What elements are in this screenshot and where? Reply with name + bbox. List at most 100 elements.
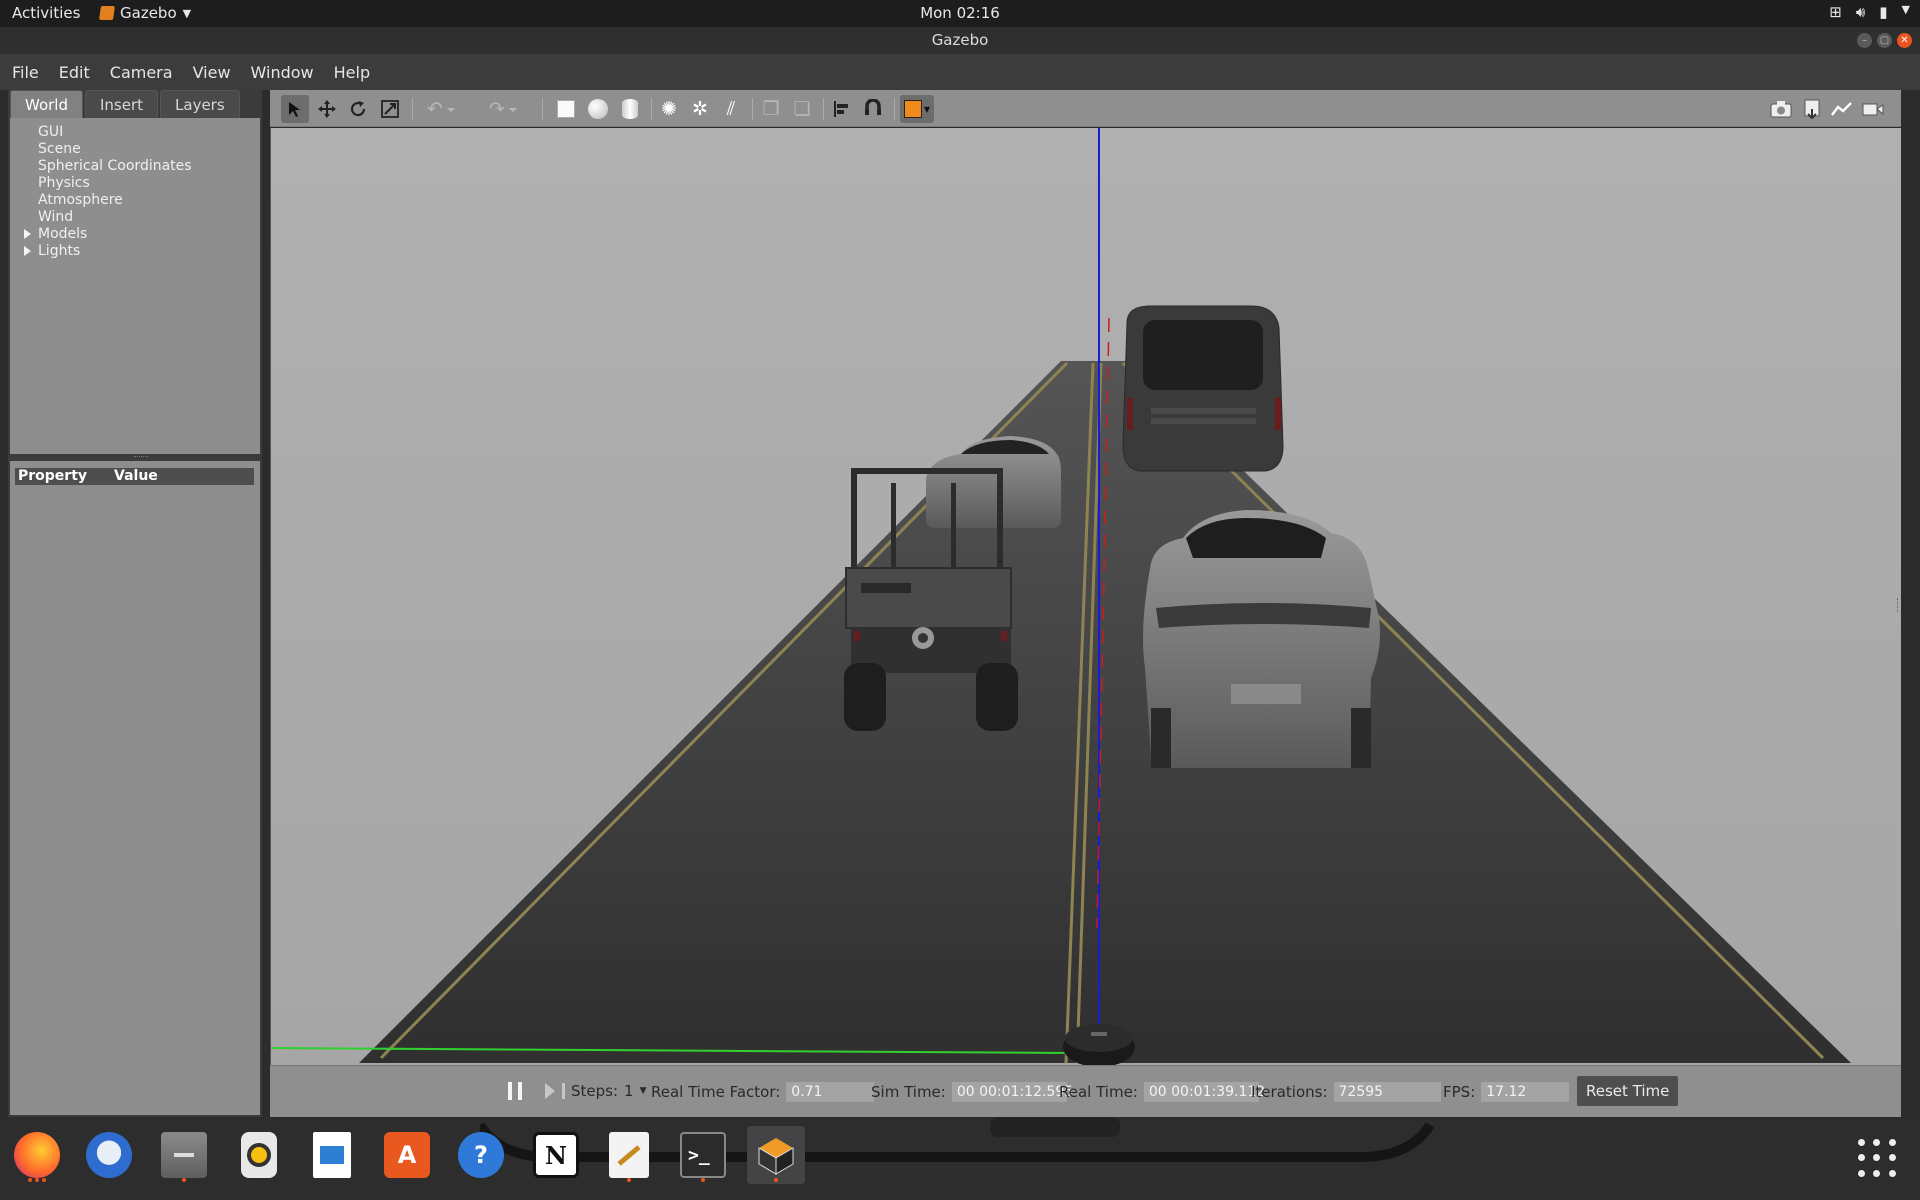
left-panel: World Insert Layers GUI Scene Spherical … bbox=[8, 90, 262, 1117]
robot-model bbox=[1063, 1024, 1135, 1065]
undo-icon[interactable]: ↶ bbox=[421, 95, 455, 123]
notion-icon[interactable]: N bbox=[527, 1126, 585, 1184]
tab-world[interactable]: World bbox=[10, 90, 83, 118]
steps-spinbox[interactable]: 1 bbox=[624, 1082, 634, 1100]
battery-icon: ▮ bbox=[1879, 3, 1888, 21]
menu-help[interactable]: Help bbox=[334, 63, 370, 82]
steps-control: Steps: 1 ▼ bbox=[571, 1082, 647, 1100]
log-icon[interactable] bbox=[1798, 95, 1826, 123]
right-panel-grip[interactable] bbox=[1897, 598, 1899, 612]
tree-item-physics[interactable]: Physics bbox=[10, 175, 260, 192]
redo-icon[interactable]: ↷ bbox=[483, 95, 517, 123]
spot-light-icon[interactable]: ✲ bbox=[686, 95, 714, 123]
files-icon[interactable] bbox=[155, 1126, 213, 1184]
tree-item-atmosphere[interactable]: Atmosphere bbox=[10, 192, 260, 209]
rhythmbox-icon[interactable] bbox=[230, 1126, 288, 1184]
firefox-icon[interactable] bbox=[8, 1126, 66, 1184]
tree-item-label: Models bbox=[38, 226, 88, 242]
iterations: Iterations: 72595 bbox=[1251, 1082, 1441, 1102]
menu-camera[interactable]: Camera bbox=[110, 63, 173, 82]
close-button[interactable]: ✕ bbox=[1897, 33, 1912, 48]
select-mode-icon[interactable] bbox=[281, 95, 309, 123]
writer-icon[interactable] bbox=[303, 1126, 361, 1184]
property-panel: Property Value bbox=[10, 461, 260, 1115]
text-editor-icon[interactable] bbox=[600, 1126, 658, 1184]
cylinder-shape-icon[interactable] bbox=[616, 95, 644, 123]
iterations-value: 72595 bbox=[1333, 1082, 1441, 1102]
activities-button[interactable]: Activities bbox=[12, 4, 80, 22]
expand-arrow-icon[interactable] bbox=[24, 246, 31, 256]
pause-button[interactable] bbox=[508, 1082, 522, 1100]
sedan-model-near bbox=[1143, 510, 1380, 768]
maximize-button[interactable]: ▢ bbox=[1877, 33, 1892, 48]
property-column-header[interactable]: Property bbox=[18, 468, 87, 485]
tree-item-lights[interactable]: Lights bbox=[10, 243, 260, 260]
clock[interactable]: Mon 02:16 bbox=[920, 4, 1000, 22]
snap-magnet-icon[interactable] bbox=[859, 95, 887, 123]
box-shape-icon[interactable] bbox=[552, 95, 580, 123]
sphere-shape-icon[interactable] bbox=[584, 95, 612, 123]
plot-icon[interactable] bbox=[1828, 95, 1856, 123]
panel-splitter[interactable] bbox=[10, 454, 260, 461]
translate-mode-icon[interactable] bbox=[313, 95, 341, 123]
show-applications-icon[interactable] bbox=[1858, 1139, 1898, 1179]
menu-file[interactable]: File bbox=[12, 63, 39, 82]
dock: A ? N >_ bbox=[0, 1117, 1920, 1200]
menu-view[interactable]: View bbox=[193, 63, 231, 82]
tree-item-label: Wind bbox=[38, 209, 74, 225]
tab-layers[interactable]: Layers bbox=[160, 90, 240, 118]
network-icon: ⊞ bbox=[1829, 3, 1842, 21]
record-video-icon[interactable] bbox=[1859, 95, 1887, 123]
property-header: Property Value bbox=[15, 468, 254, 485]
view-angle-icon[interactable]: ▼ bbox=[900, 95, 934, 123]
tab-insert[interactable]: Insert bbox=[85, 90, 159, 118]
value-column-header[interactable]: Value bbox=[114, 468, 158, 485]
tree-item-gui[interactable]: GUI bbox=[10, 124, 260, 141]
real-time-factor: Real Time Factor: 0.71 bbox=[651, 1082, 875, 1102]
point-light-icon[interactable]: ✺ bbox=[655, 95, 683, 123]
copy-icon[interactable]: ❐ bbox=[757, 95, 785, 123]
tree-item-models[interactable]: Models bbox=[10, 226, 260, 243]
app-menu[interactable]: Gazebo ▼ bbox=[99, 4, 192, 22]
chevron-down-icon[interactable]: ▼ bbox=[640, 1086, 647, 1096]
rtf-value: 0.71 bbox=[786, 1082, 875, 1102]
3d-viewport[interactable] bbox=[270, 128, 1901, 1065]
steps-label: Steps: bbox=[571, 1082, 619, 1100]
pause-icon bbox=[508, 1082, 522, 1100]
toolbar: ↶ ↷ ✺ ✲ ⫽ ❐ ❏ ▼ bbox=[270, 90, 1901, 127]
paste-icon[interactable]: ❏ bbox=[788, 95, 816, 123]
help-icon[interactable]: ? bbox=[452, 1126, 510, 1184]
software-store-icon[interactable]: A bbox=[378, 1126, 436, 1184]
minimize-button[interactable]: – bbox=[1857, 33, 1872, 48]
real-time-value: 00 00:01:39.112 bbox=[1143, 1082, 1265, 1102]
thunderbird-icon[interactable] bbox=[80, 1126, 138, 1184]
system-tray[interactable]: ⊞ 🔊︎ ▮ ▼ bbox=[1829, 3, 1910, 21]
menu-bar: File Edit Camera View Window Help bbox=[0, 54, 1920, 90]
tree-item-spherical-coordinates[interactable]: Spherical Coordinates bbox=[10, 158, 260, 175]
chevron-down-icon: ▼ bbox=[182, 6, 192, 20]
menu-window[interactable]: Window bbox=[251, 63, 314, 82]
fps-value: 17.12 bbox=[1481, 1082, 1570, 1102]
tree-item-wind[interactable]: Wind bbox=[10, 209, 260, 226]
tree-item-label: Lights bbox=[38, 243, 81, 259]
sim-time-label: Sim Time: bbox=[871, 1083, 946, 1101]
real-time: Real Time: 00 00:01:39.112 bbox=[1059, 1082, 1265, 1102]
screenshot-camera-icon[interactable] bbox=[1767, 95, 1795, 123]
road-plane bbox=[359, 361, 1851, 1063]
tree-item-scene[interactable]: Scene bbox=[10, 141, 260, 158]
expand-arrow-icon[interactable] bbox=[24, 229, 31, 239]
terminal-icon[interactable]: >_ bbox=[674, 1126, 732, 1184]
rotate-mode-icon[interactable] bbox=[344, 95, 372, 123]
align-icon[interactable] bbox=[828, 95, 856, 123]
scale-mode-icon[interactable] bbox=[376, 95, 404, 123]
gazebo-app-icon bbox=[99, 6, 115, 20]
window-title: Gazebo bbox=[931, 31, 989, 49]
gazebo-icon[interactable] bbox=[747, 1126, 805, 1184]
directional-light-icon[interactable]: ⫽ bbox=[717, 95, 745, 123]
reset-time-label: Reset Time bbox=[1577, 1076, 1679, 1106]
step-button[interactable] bbox=[545, 1083, 565, 1099]
rtf-label: Real Time Factor: bbox=[651, 1083, 781, 1101]
menu-edit[interactable]: Edit bbox=[59, 63, 90, 82]
sedan-model-far bbox=[926, 436, 1061, 528]
reset-time-button[interactable]: Reset Time bbox=[1577, 1076, 1679, 1106]
